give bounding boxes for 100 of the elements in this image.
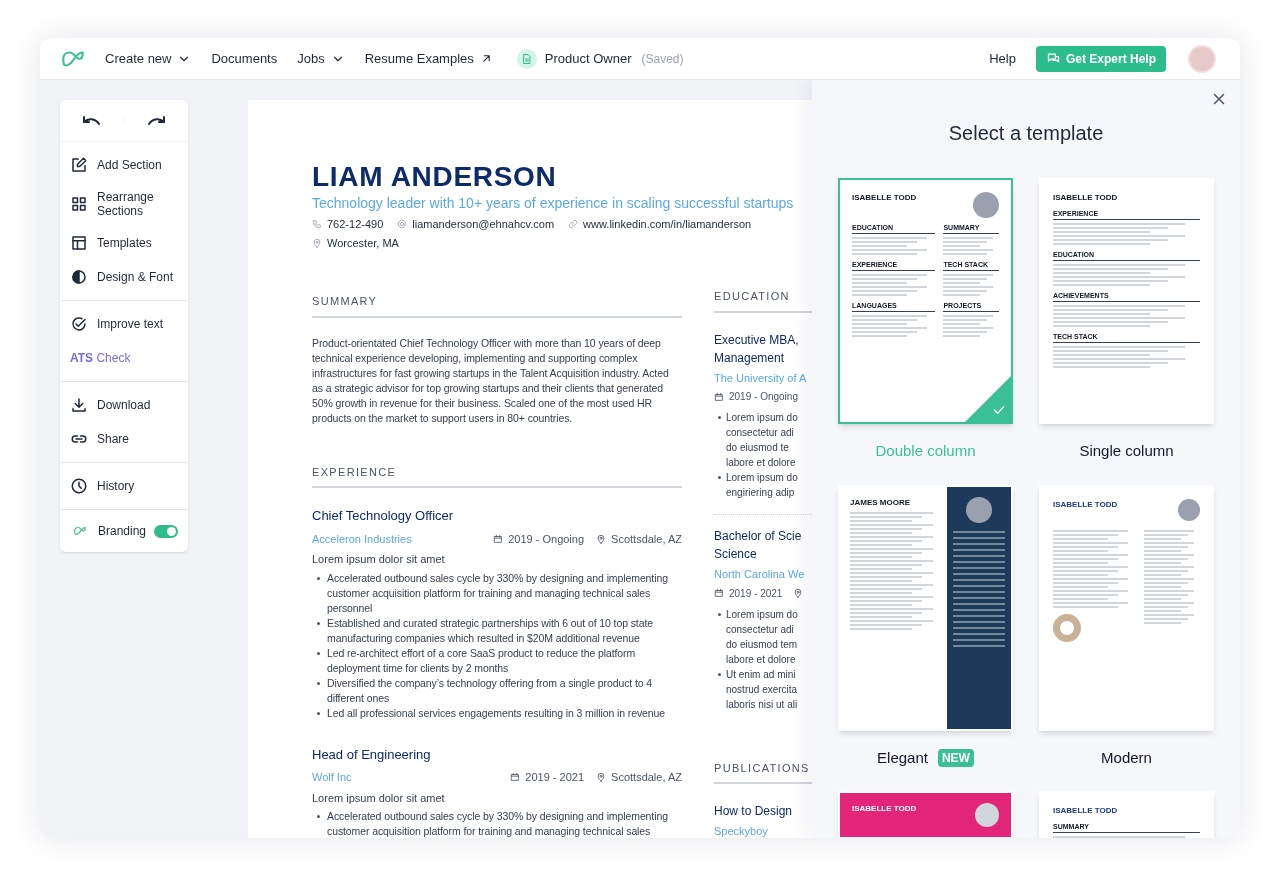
bullet-text: labore et dolore	[726, 652, 796, 667]
job-location: Scottsdale, AZ	[611, 770, 682, 785]
thumbnail-name: ISABELLE TODD	[852, 803, 917, 815]
thumbnail-name: ISABELLE TODD	[852, 192, 917, 204]
thumbnail-name: ISABELLE TODD	[1053, 192, 1118, 204]
toolbar-item[interactable]: Design & Font	[60, 260, 188, 294]
calendar-icon	[493, 533, 504, 544]
template-thumbnail[interactable]: JAMES MOORE	[838, 484, 1013, 731]
education-dates: 2019 - 2021	[729, 586, 783, 601]
branding-toggle[interactable]	[154, 524, 178, 538]
bullet-text: consectetur adi	[726, 622, 794, 637]
section-heading: EXPERIENCE	[312, 463, 682, 488]
school-name: The University of A	[714, 370, 807, 386]
contact-detail: Worcester, MA	[327, 235, 399, 251]
bullet-text: Established and curated strategic partnerships with 6 out of 10 top state manufacturing companies which resulted in $20M additional revenue	[327, 615, 654, 646]
undo-icon	[83, 116, 101, 125]
calendar-icon	[510, 772, 521, 783]
resume-tagline: Technology leader with 10+ years of experience in scaling successful startups	[312, 195, 794, 212]
donut-chart-drawing	[1053, 613, 1081, 642]
location-icon	[312, 237, 322, 248]
nav-link[interactable]: Resume Examples	[364, 48, 493, 69]
toolbar-item[interactable]: Download	[60, 388, 188, 422]
link-icon	[568, 219, 579, 230]
email-icon	[397, 219, 408, 230]
bullet-text: nostrud exercita	[726, 682, 798, 697]
thumbnail-name: JAMES MOORE	[850, 496, 911, 509]
thumbnail-name: ISABELLE TODD	[1053, 805, 1118, 817]
template-name: Modern	[1101, 747, 1152, 768]
degree-title: Bachelor of Scie	[714, 528, 802, 545]
bullet-text: do eiusmod te	[726, 441, 789, 455]
template-thumbnail[interactable]: ISABELLE TODD	[1039, 484, 1214, 731]
bullet-text: Ut enim ad mini	[726, 667, 796, 682]
job-title: Head of Engineering	[312, 745, 432, 764]
template-name: Double column	[875, 441, 976, 461]
toolbar-item[interactable]: Improve text	[60, 307, 188, 341]
download-icon	[70, 396, 88, 414]
design-icon	[70, 268, 88, 286]
toolbar-item[interactable]: History	[60, 469, 188, 503]
phone-icon	[312, 219, 322, 230]
toolbar-item[interactable]: Share	[60, 422, 188, 456]
location-icon	[596, 533, 607, 544]
bullet-text: engiriering adip	[726, 486, 795, 500]
save-status: (Saved)	[641, 50, 684, 68]
improve-icon	[70, 315, 88, 333]
publication-source: Speckyboy	[714, 824, 768, 838]
toolbar-item[interactable]: ATS Check	[60, 341, 188, 375]
help-link[interactable]: Help	[989, 48, 1016, 69]
toolbar-item[interactable]: Templates	[60, 226, 188, 260]
bullet-text: Led re-architect effort of a core SaaS product to reduce the platform deployment time for clients by 2 months	[327, 645, 637, 676]
location-icon	[793, 588, 804, 598]
contact-detail: 762-12-490	[327, 217, 384, 232]
company-name: Acceleron Industries	[312, 531, 413, 547]
template-name: Single column	[1079, 441, 1174, 461]
contact-detail: liamanderson@ehnahcv.com	[412, 217, 555, 232]
photo-placeholder	[965, 496, 992, 523]
job-location: Scottsdale, AZ	[611, 531, 682, 547]
school-name: North Carolina We	[714, 567, 805, 582]
redo-icon	[147, 116, 165, 125]
photo-placeholder	[973, 192, 999, 218]
section-heading: SUMMARY	[312, 293, 682, 318]
nav-link[interactable]: Create new	[105, 48, 192, 69]
job-description: Lorem ipsum dolor sit amet	[312, 552, 446, 567]
bullet-text: labore et dolore	[726, 456, 796, 470]
toolbar-item[interactable]: Rearrange Sections	[60, 182, 188, 226]
bullet-text: consectetur adi	[726, 426, 794, 440]
contact-detail: www.linkedin.com/in/liamanderson	[583, 217, 752, 232]
education-dates: 2019 - Ongoing	[729, 390, 798, 404]
summary-paragraph: Product-orientated Chief Technology Officer with more than 10 years of deep technical experience developing, implementing and supporting complex infrastructures for fast growing startups in the Talent Acquisition industry. Acted as a strategic advisor for top growing startups and their clients that generated 50% growth in revenue for their business. Scaled one of the most used HR products on the market to support users in 80+ countries.	[312, 335, 670, 426]
document-name: Product Owner	[544, 49, 632, 68]
job-description: Lorem ipsum dolor sit amet	[312, 790, 446, 806]
template-thumbnail[interactable]: ISABELLE TODD	[838, 791, 1013, 838]
bullet-text: Lorem ipsum do	[726, 411, 798, 425]
branding-label: Branding	[97, 523, 146, 540]
panel-title: Select a template	[948, 121, 1104, 146]
degree-title: Management	[714, 349, 785, 367]
bullet-text: Lorem ipsum do	[726, 607, 798, 622]
templates-icon	[70, 234, 88, 252]
add-icon	[70, 156, 88, 174]
location-icon	[596, 772, 607, 783]
job-dates: 2019 - Ongoing	[508, 531, 585, 547]
nav-link[interactable]: Documents	[211, 48, 278, 69]
photo-placeholder	[975, 803, 999, 827]
bullet-text: Diversified the company’s technology offering from a single product to 4 different ones	[327, 675, 654, 706]
nav-link[interactable]: Jobs	[297, 48, 345, 69]
degree-title: Science	[714, 546, 757, 563]
bullet-text: Accelerated outbound sales cycle by 330% by designing and implementing customer acquisition platform for training and managing technical sales personnel	[327, 570, 669, 616]
publication-title: How to Design	[714, 803, 793, 820]
rearrange-icon	[70, 195, 88, 213]
bullet-text: do eiusmod tem	[726, 637, 798, 652]
bullet-text: Accelerated outbound sales cycle by 330% by designing and implementing customer acquisition platform for training and managing technical sales	[327, 809, 669, 838]
bullet-text: laboris nisi ut ali	[726, 697, 798, 712]
history-icon	[70, 477, 88, 495]
job-dates: 2019 - 2021	[525, 770, 585, 785]
resume-name: LIAM ANDERSON	[312, 162, 558, 192]
new-badge: NEW	[937, 748, 974, 767]
toolbar-item[interactable]: Add Section	[60, 148, 188, 182]
job-title: Chief Technology Officer	[312, 507, 455, 525]
calendar-icon	[714, 588, 724, 598]
template-name: Elegant	[877, 747, 928, 768]
photo-placeholder	[1178, 498, 1200, 521]
